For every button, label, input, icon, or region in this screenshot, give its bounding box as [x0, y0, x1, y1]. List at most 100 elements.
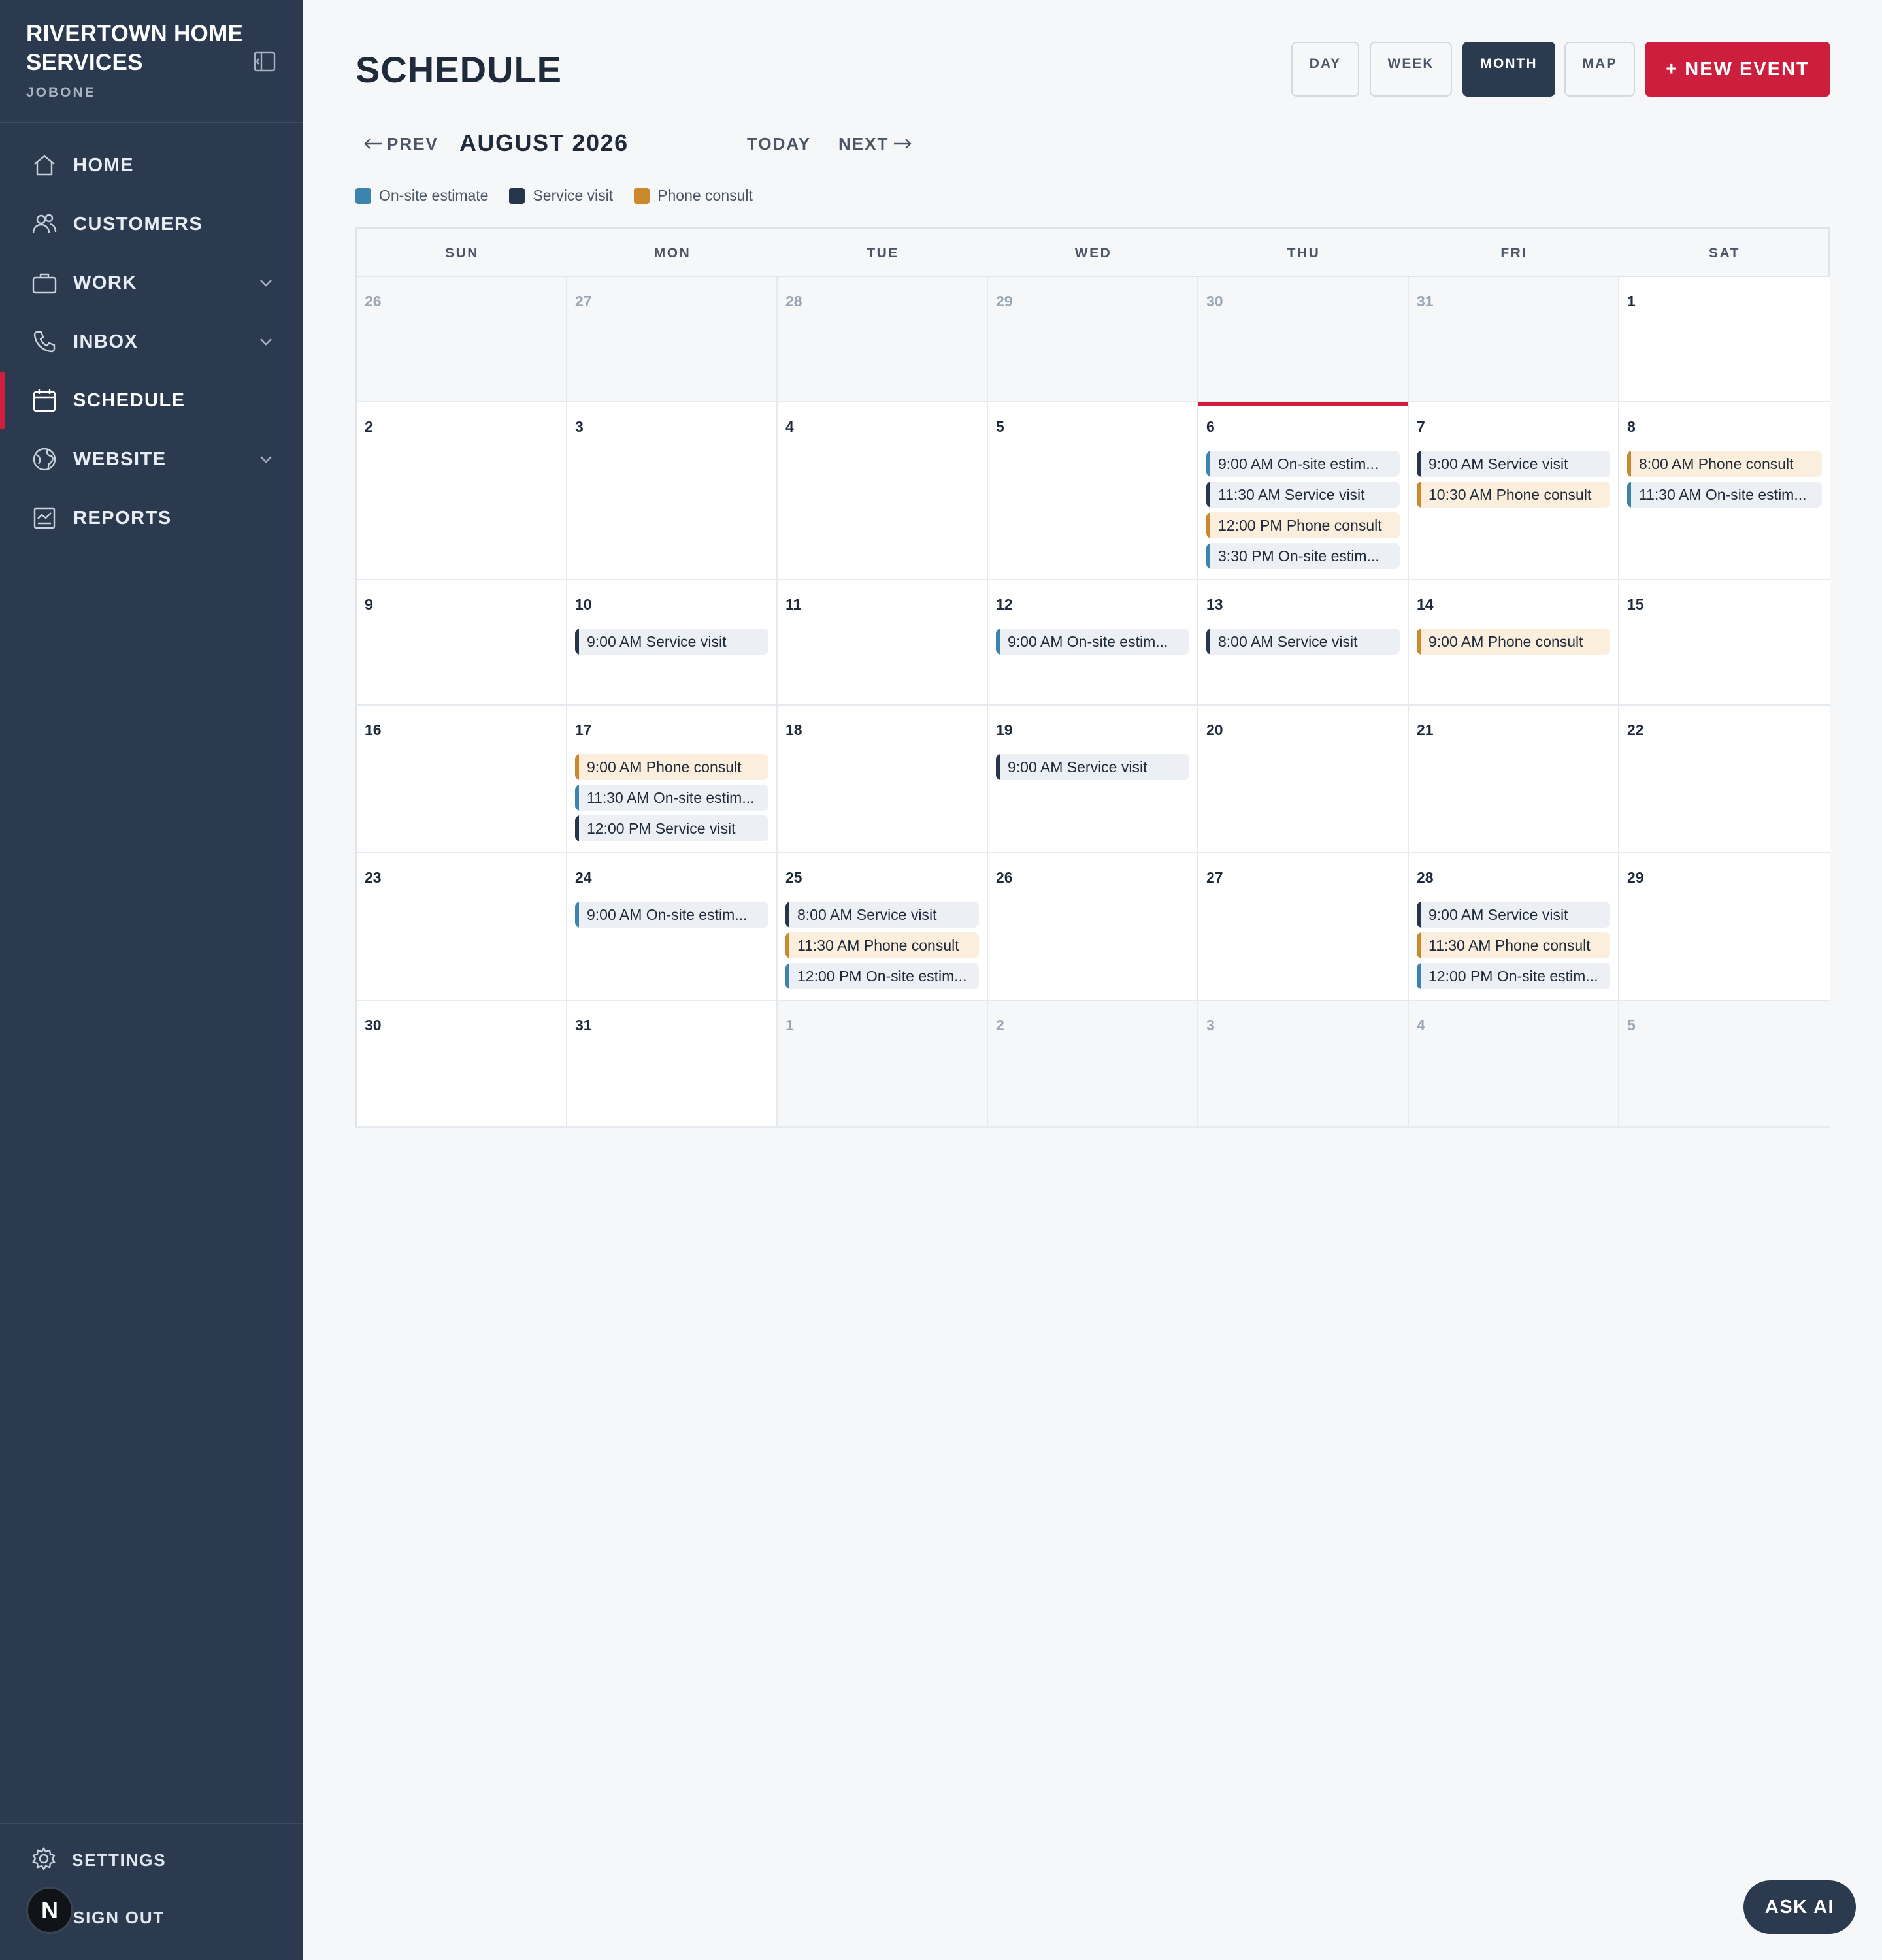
- day-cell[interactable]: 8 8:00 AM Phone consult 11:30 AM On-site e…: [1619, 402, 1830, 580]
- day-cell[interactable]: 25 8:00 AM Service visit 11:30 AM Phone co…: [778, 853, 988, 1001]
- day-cell[interactable]: 27: [1198, 853, 1409, 1001]
- day-cell[interactable]: 26: [988, 853, 1198, 1001]
- next-month-button[interactable]: NEXT: [838, 131, 912, 157]
- prev-month-button[interactable]: PREV: [363, 131, 438, 157]
- view-month-button[interactable]: MONTH: [1462, 42, 1555, 97]
- day-cell[interactable]: 2: [357, 402, 567, 580]
- calendar-event[interactable]: 9:00 AM Service visit: [996, 754, 1189, 780]
- calendar-event[interactable]: 9:00 AM On-site estim...: [996, 629, 1189, 655]
- sidebar-toggle-icon: [254, 51, 276, 72]
- day-cell[interactable]: 4: [1409, 1001, 1619, 1128]
- day-number: 20: [1206, 721, 1223, 738]
- calendar-event[interactable]: 10:30 AM Phone consult: [1417, 482, 1610, 508]
- day-cell[interactable]: 15: [1619, 580, 1830, 706]
- calendar-event[interactable]: 11:30 AM On-site estim...: [1627, 482, 1822, 508]
- calendar-event[interactable]: 3:30 PM On-site estim...: [1206, 543, 1400, 569]
- phone-icon: [31, 329, 58, 355]
- day-cell[interactable]: 19 9:00 AM Service visit: [988, 706, 1198, 853]
- view-day-button[interactable]: DAY: [1291, 42, 1359, 97]
- day-cell[interactable]: 1: [778, 1001, 988, 1128]
- view-map-button[interactable]: MAP: [1564, 42, 1635, 97]
- day-number: 14: [1417, 596, 1434, 613]
- day-cell[interactable]: 27: [567, 277, 778, 402]
- chevron-down-icon: [260, 338, 272, 346]
- sidebar-item-home[interactable]: HOME: [0, 136, 303, 195]
- day-cell[interactable]: 30: [1198, 277, 1409, 402]
- day-cell[interactable]: 2: [988, 1001, 1198, 1128]
- calendar-event[interactable]: 11:30 AM Phone consult: [785, 932, 979, 958]
- calendar-event[interactable]: 11:30 AM Service visit: [1206, 482, 1400, 508]
- day-cell[interactable]: 4: [778, 402, 988, 580]
- day-cell[interactable]: 24 9:00 AM On-site estim...: [567, 853, 778, 1001]
- calendar-event[interactable]: 8:00 AM Service visit: [785, 902, 979, 928]
- day-cell[interactable]: 23: [357, 853, 567, 1001]
- day-cell[interactable]: 9: [357, 580, 567, 706]
- day-cell[interactable]: 12 9:00 AM On-site estim...: [988, 580, 1198, 706]
- sidebar-item-label: SCHEDULE: [73, 389, 186, 411]
- calendar-event[interactable]: 9:00 AM Service visit: [575, 629, 768, 655]
- day-cell[interactable]: 31: [1409, 277, 1619, 402]
- sidebar-item-customers[interactable]: CUSTOMERS: [0, 195, 303, 253]
- settings-link[interactable]: SETTINGS: [31, 1846, 166, 1874]
- day-cell[interactable]: 5: [988, 402, 1198, 580]
- view-week-button[interactable]: WEEK: [1370, 42, 1452, 97]
- calendar-event[interactable]: 8:00 AM Phone consult: [1627, 451, 1822, 477]
- day-cell[interactable]: 22: [1619, 706, 1830, 853]
- calendar-event[interactable]: 9:00 AM On-site estim...: [575, 902, 768, 928]
- day-number: 4: [1417, 1017, 1425, 1034]
- calendar-event[interactable]: 9:00 AM Service visit: [1417, 902, 1610, 928]
- day-number: 1: [1627, 293, 1636, 310]
- day-cell[interactable]: 5: [1619, 1001, 1830, 1128]
- sidebar-item-inbox[interactable]: INBOX: [0, 312, 303, 371]
- day-cell[interactable]: 20: [1198, 706, 1409, 853]
- weekday-label: MON: [653, 246, 691, 261]
- calendar-event[interactable]: 9:00 AM On-site estim...: [1206, 451, 1400, 477]
- calendar-event[interactable]: 12:00 PM On-site estim...: [1417, 963, 1610, 989]
- day-cell[interactable]: 3: [1198, 1001, 1409, 1128]
- legend-label: Phone consult: [657, 187, 753, 204]
- calendar-event[interactable]: 12:00 PM Service visit: [575, 815, 768, 841]
- day-cell[interactable]: 13 8:00 AM Service visit: [1198, 580, 1409, 706]
- day-cell[interactable]: 1: [1619, 277, 1830, 402]
- day-number: 22: [1627, 721, 1644, 738]
- calendar-event[interactable]: 12:00 PM Phone consult: [1206, 512, 1400, 538]
- day-cell[interactable]: 26: [357, 277, 567, 402]
- calendar-event[interactable]: 9:00 AM Service visit: [1417, 451, 1610, 477]
- sidebar-item-schedule[interactable]: SCHEDULE: [0, 371, 303, 430]
- day-cell[interactable]: 3: [567, 402, 778, 580]
- day-cell[interactable]: 7 9:00 AM Service visit 10:30 AM Phone con…: [1409, 402, 1619, 580]
- day-cell[interactable]: 21: [1409, 706, 1619, 853]
- day-cell[interactable]: 29: [1619, 853, 1830, 1001]
- day-cell[interactable]: 16: [357, 706, 567, 853]
- day-cell[interactable]: 10 9:00 AM Service visit: [567, 580, 778, 706]
- calendar-event[interactable]: 11:30 AM Phone consult: [1417, 932, 1610, 958]
- day-cell[interactable]: 29: [988, 277, 1198, 402]
- day-cell[interactable]: 11: [778, 580, 988, 706]
- weekday-header: SUN MON TUE WED THU FRI SAT: [357, 229, 1828, 277]
- ask-ai-button[interactable]: ASK AI: [1743, 1880, 1856, 1934]
- calendar-event[interactable]: 11:30 AM On-site estim...: [575, 785, 768, 811]
- calendar-event[interactable]: 9:00 AM Phone consult: [1417, 629, 1610, 655]
- legend: On-site estimate Service visit Phone con…: [355, 187, 774, 204]
- calendar-event[interactable]: 9:00 AM Phone consult: [575, 754, 768, 780]
- sidebar-item-reports[interactable]: REPORTS: [0, 489, 303, 547]
- day-cell[interactable]: 28: [778, 277, 988, 402]
- day-number: 4: [785, 418, 794, 435]
- day-number: 28: [785, 293, 802, 310]
- avatar[interactable]: N: [26, 1887, 73, 1934]
- sidebar-collapse-button[interactable]: [252, 50, 277, 73]
- day-cell[interactable]: 18: [778, 706, 988, 853]
- calendar-event[interactable]: 8:00 AM Service visit: [1206, 629, 1400, 655]
- new-event-button[interactable]: + NEW EVENT: [1645, 42, 1830, 97]
- sidebar-item-website[interactable]: WEBSITE: [0, 430, 303, 489]
- day-cell[interactable]: 28 9:00 AM Service visit 11:30 AM Phone co…: [1409, 853, 1619, 1001]
- today-button[interactable]: TODAY: [747, 131, 811, 157]
- sign-out-link[interactable]: SIGN OUT: [73, 1908, 165, 1928]
- sidebar-item-work[interactable]: WORK: [0, 253, 303, 312]
- day-cell[interactable]: 30: [357, 1001, 567, 1128]
- day-cell[interactable]: 17 9:00 AM Phone consult 11:30 AM On-site …: [567, 706, 778, 853]
- day-cell[interactable]: 14 9:00 AM Phone consult: [1409, 580, 1619, 706]
- calendar-event[interactable]: 12:00 PM On-site estim...: [785, 963, 979, 989]
- day-cell[interactable]: 31: [567, 1001, 778, 1128]
- day-cell[interactable]: 6 9:00 AM On-site estim... 11:30 AM Servic…: [1198, 402, 1409, 580]
